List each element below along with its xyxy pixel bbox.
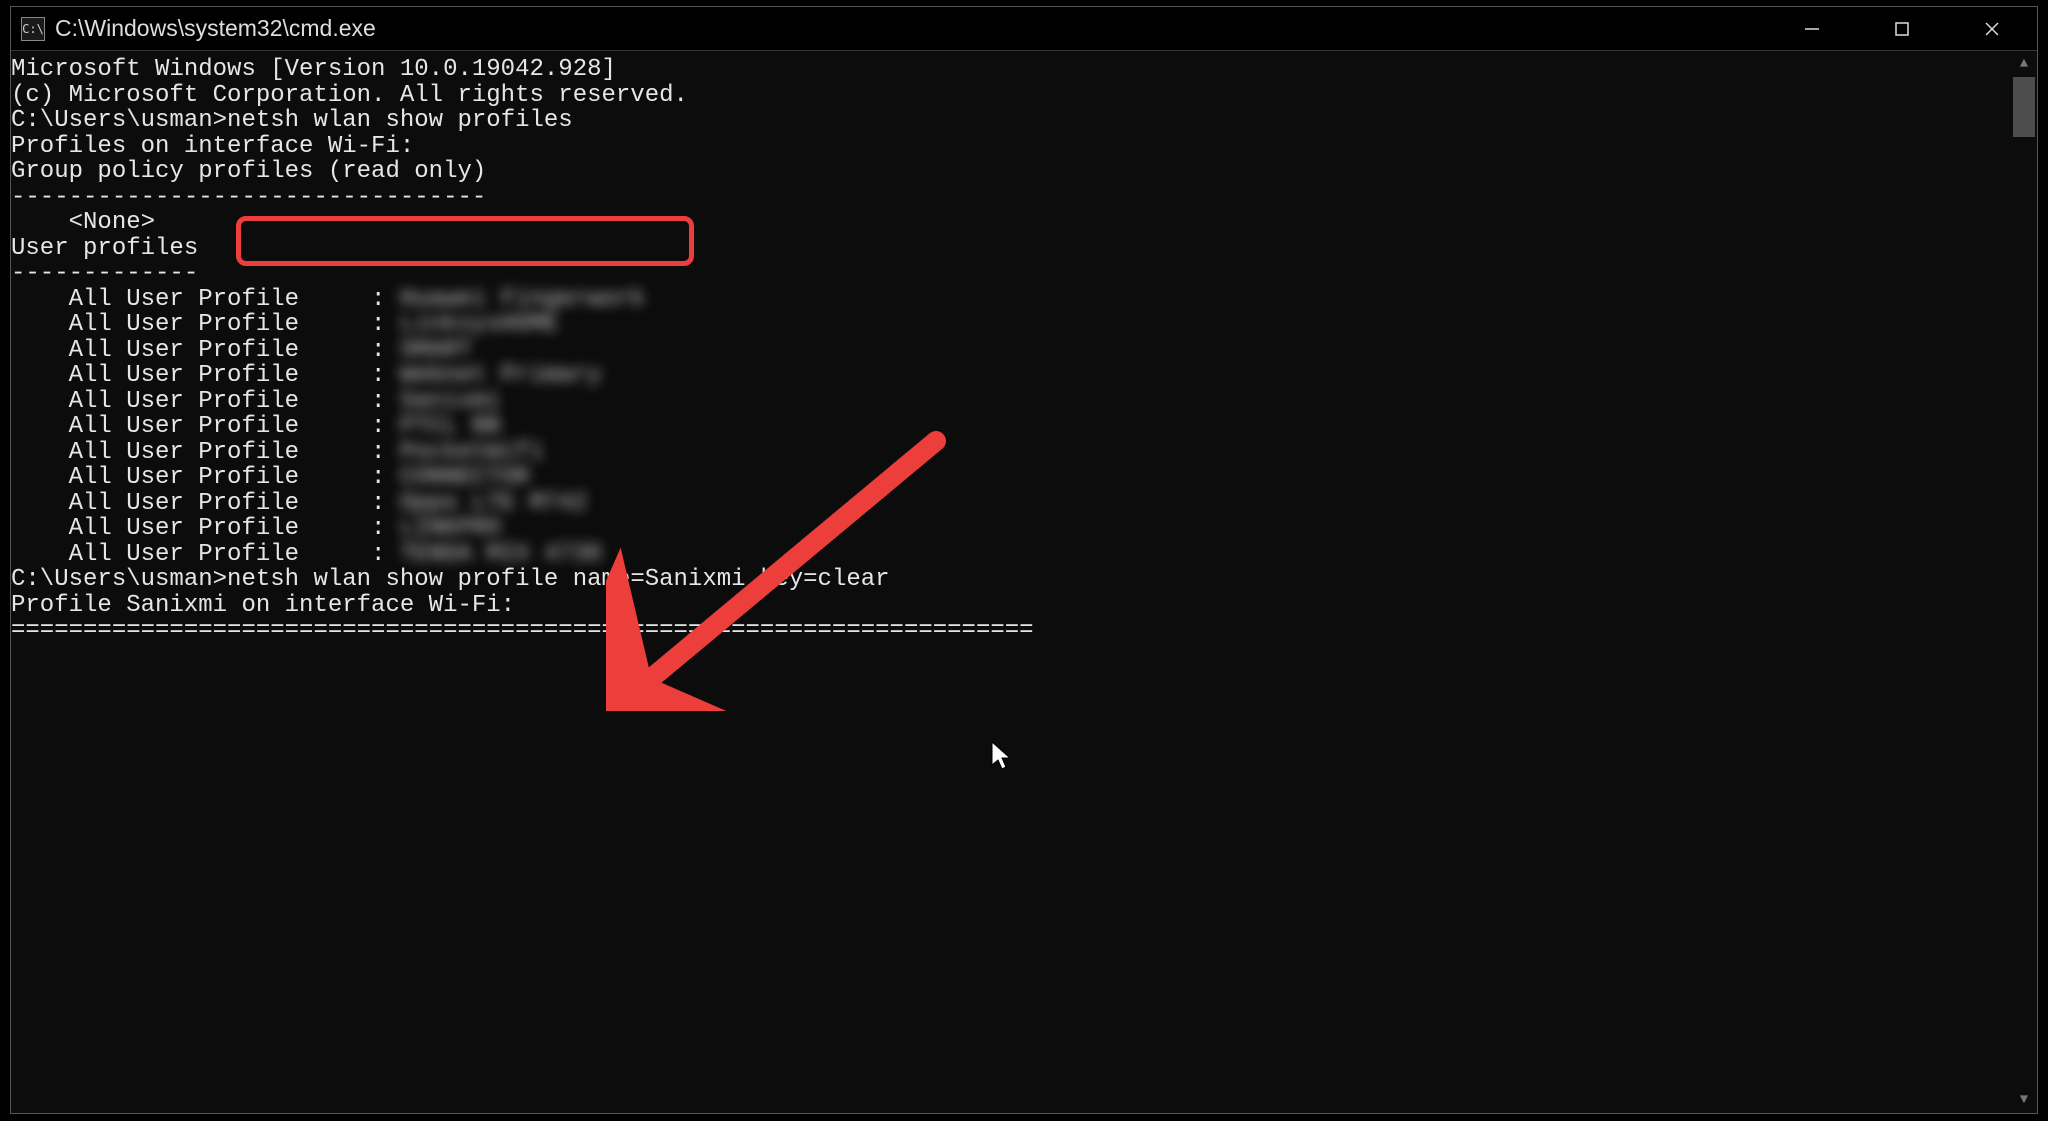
group-policy-divider: --------------------------------- (11, 185, 2011, 211)
blurred-profile-name: LinksysHOME (400, 311, 558, 338)
user-profile-row: All User Profile : SMART (11, 338, 2011, 364)
minimize-icon (1803, 20, 1821, 38)
blurred-profile-name: TENDA MIX 4730 (400, 541, 602, 568)
user-profile-row: All User Profile : LINKPRO (11, 516, 2011, 542)
user-profile-row: All User Profile : Sanixmi (11, 389, 2011, 415)
blurred-profile-name: CONNECTOR (400, 464, 530, 491)
blurred-profile-name: Huawei Fingerwork (400, 286, 645, 313)
scroll-up-arrow-icon[interactable]: ▲ (2011, 51, 2037, 77)
user-profiles-header: User profiles (11, 236, 2011, 262)
maximize-icon (1893, 20, 1911, 38)
blurred-profile-name: LINKPRO (400, 515, 501, 542)
profiles-interface-header: Profiles on interface Wi-Fi: (11, 134, 2011, 160)
group-policy-header: Group policy profiles (read only) (11, 159, 2011, 185)
user-profile-row: All User Profile : CONNECTOR (11, 465, 2011, 491)
scroll-down-arrow-icon[interactable]: ▼ (2011, 1087, 2037, 1113)
cmd-icon: C:\ (21, 17, 45, 41)
close-icon (1983, 20, 2001, 38)
scrollbar-track[interactable] (2011, 77, 2037, 1087)
prompt-2: C:\Users\usman>netsh wlan show profile n… (11, 567, 2011, 593)
terminal-area: Microsoft Windows [Version 10.0.19042.92… (11, 51, 2037, 1113)
user-profile-row: All User Profile : TENDA MIX 4730 (11, 542, 2011, 568)
group-policy-none: <None> (11, 210, 2011, 236)
prompt-1: C:\Users\usman>netsh wlan show profiles (11, 108, 2011, 134)
user-profile-row: All User Profile : Oppo LTE M742 (11, 491, 2011, 517)
window-controls (1767, 7, 2037, 50)
close-button[interactable] (1947, 7, 2037, 51)
scrollbar-thumb[interactable] (2013, 77, 2035, 137)
blurred-profile-name: PTCL BB (400, 413, 501, 440)
blurred-profile-name: Sanixmi (400, 388, 501, 415)
user-profile-row: All User Profile : Webnet Primary (11, 363, 2011, 389)
blurred-profile-name: Webnet Primary (400, 362, 602, 389)
user-profile-row: All User Profile : Huawei Fingerwork (11, 287, 2011, 313)
blurred-profile-name: Oppo LTE M742 (400, 490, 587, 517)
user-profiles-divider: ------------- (11, 261, 2011, 287)
blurred-profile-name: PocketWifi (400, 439, 544, 466)
maximize-button[interactable] (1857, 7, 1947, 51)
terminal-output[interactable]: Microsoft Windows [Version 10.0.19042.92… (11, 51, 2011, 1113)
minimize-button[interactable] (1767, 7, 1857, 51)
vertical-scrollbar[interactable]: ▲ ▼ (2011, 51, 2037, 1113)
window-title: C:\Windows\system32\cmd.exe (55, 15, 1767, 42)
titlebar[interactable]: C:\ C:\Windows\system32\cmd.exe (11, 7, 2037, 51)
version-line: Microsoft Windows [Version 10.0.19042.92… (11, 57, 2011, 83)
user-profile-row: All User Profile : PTCL BB (11, 414, 2011, 440)
profile-info-header: Profile Sanixmi on interface Wi-Fi: (11, 593, 2011, 619)
user-profile-row: All User Profile : LinksysHOME (11, 312, 2011, 338)
copyright-line: (c) Microsoft Corporation. All rights re… (11, 83, 2011, 109)
profile-info-divider: ========================================… (11, 618, 2011, 644)
blurred-profile-name: SMART (400, 337, 472, 364)
cmd-window: C:\ C:\Windows\system32\cmd.exe Microsof… (10, 6, 2038, 1114)
user-profile-row: All User Profile : PocketWifi (11, 440, 2011, 466)
